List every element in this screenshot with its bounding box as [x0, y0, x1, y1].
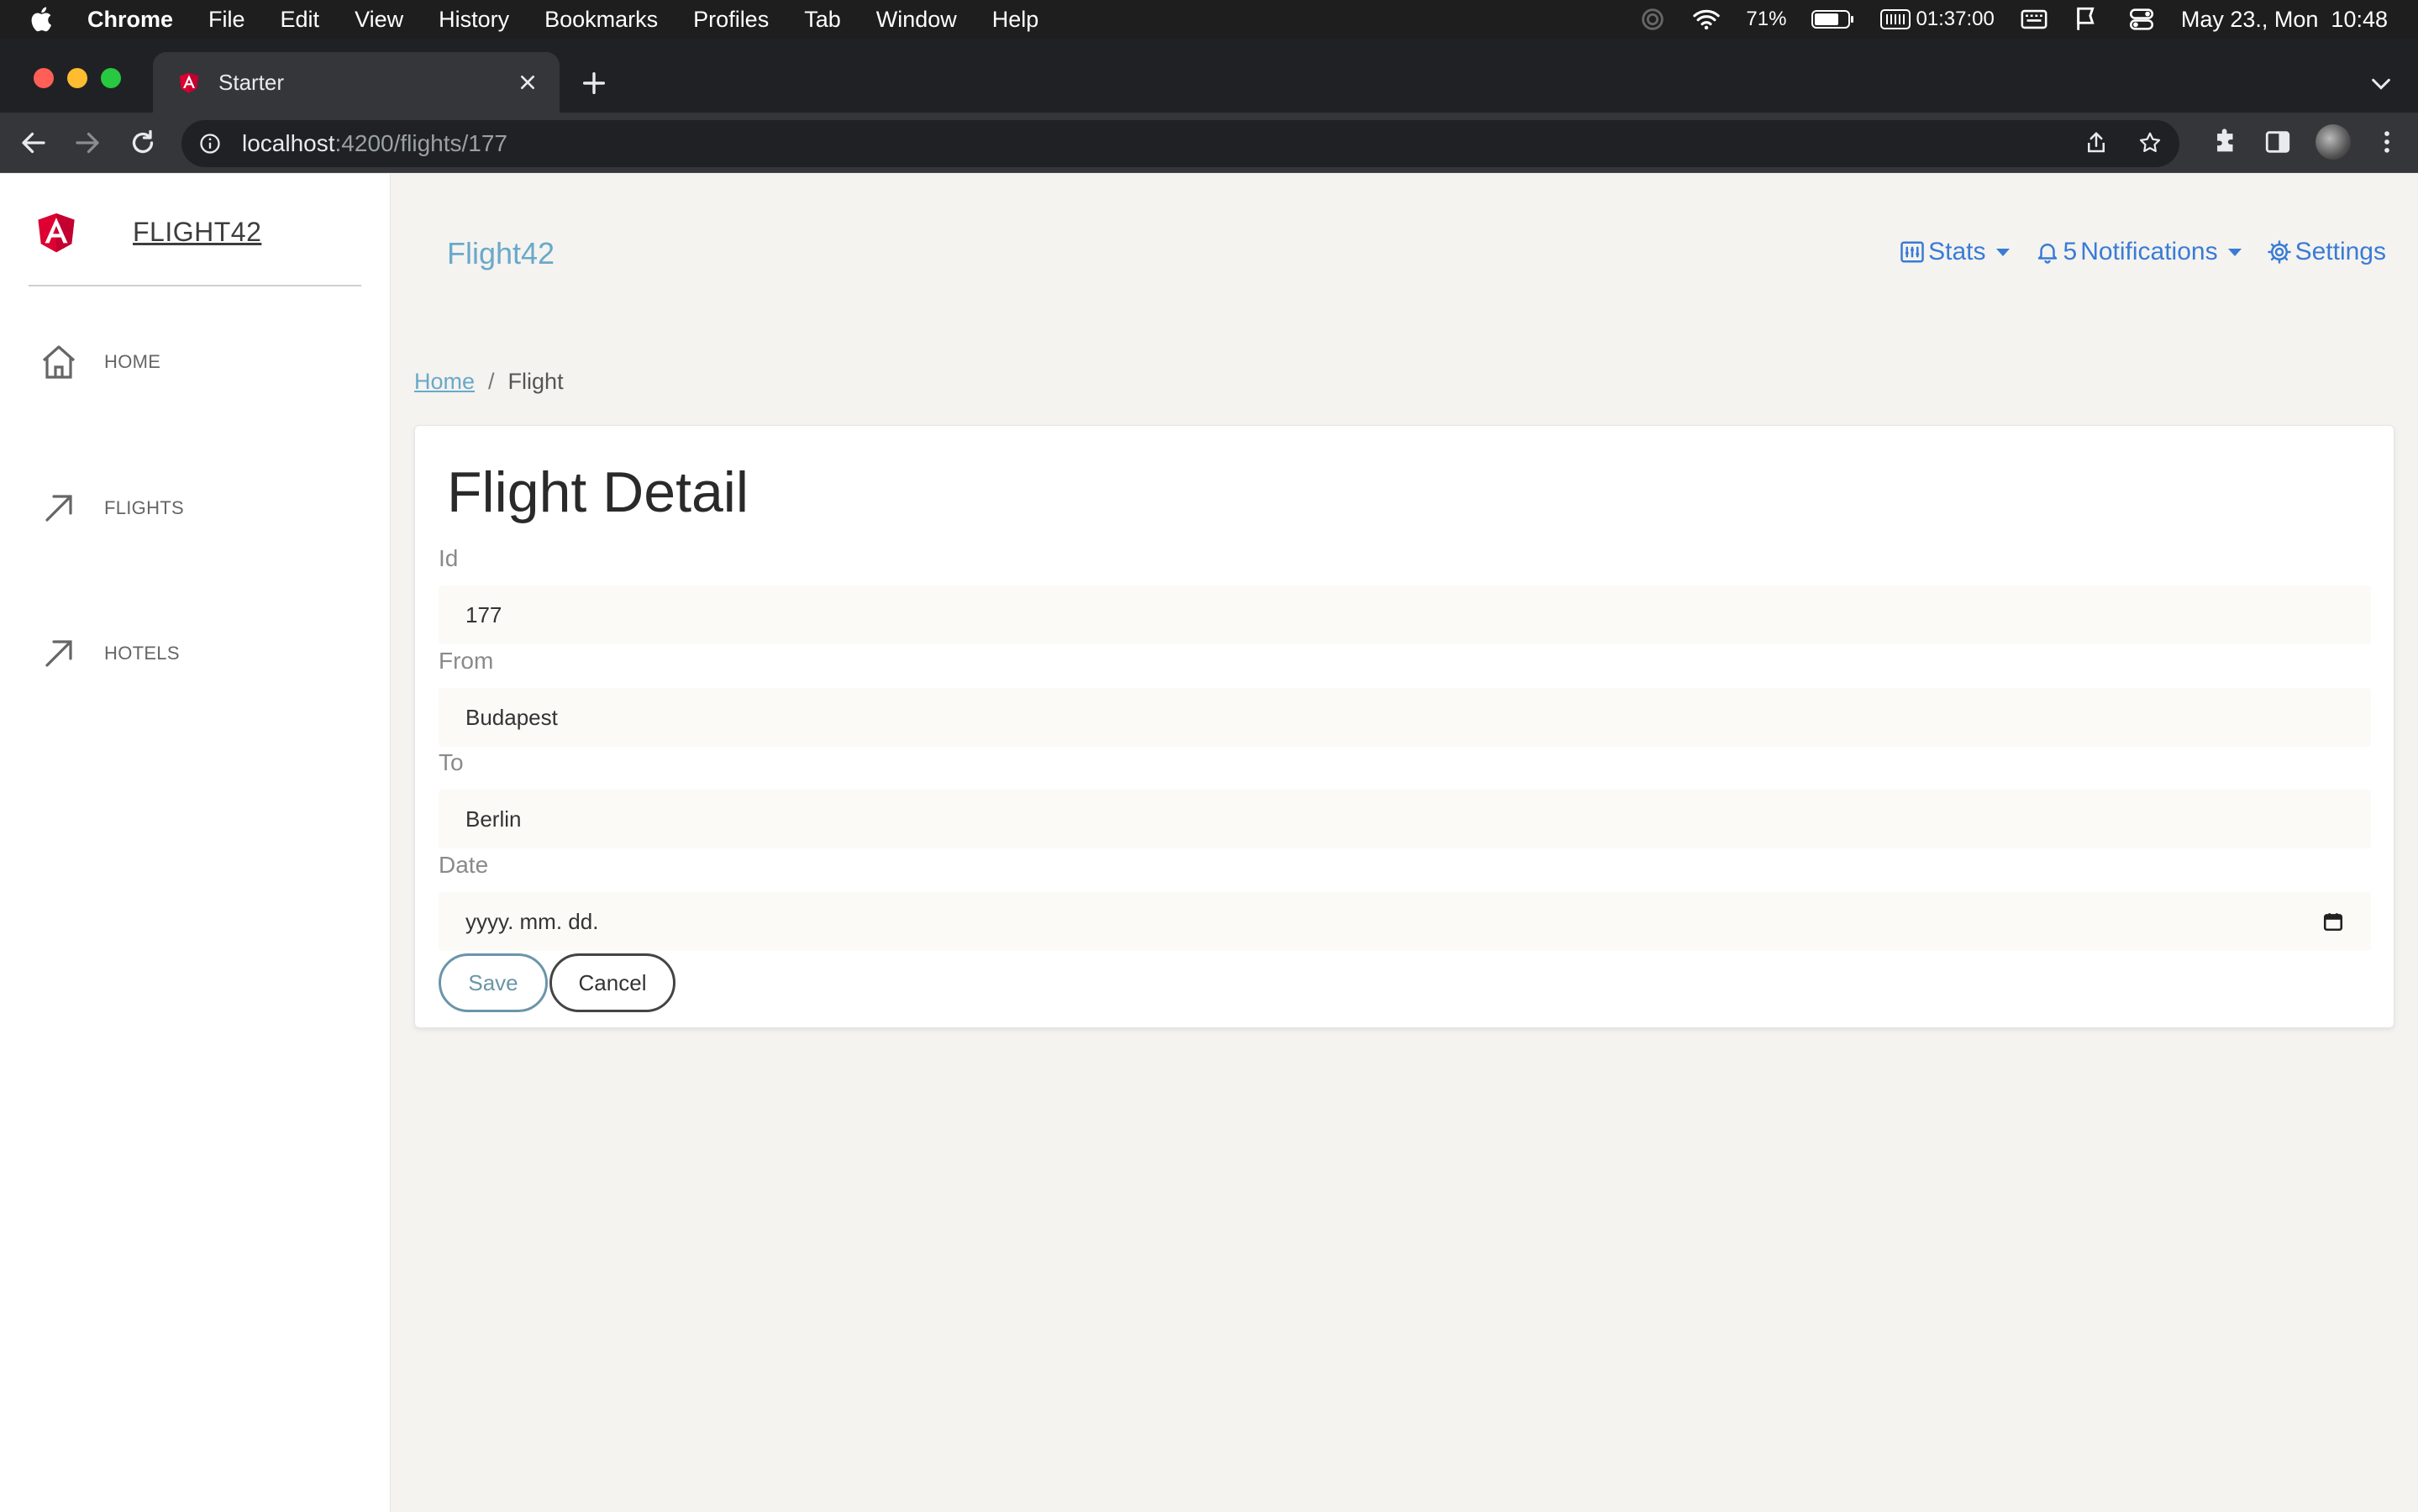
sidebar-item-label: FLIGHTS	[104, 497, 184, 518]
to-value: Berlin	[465, 806, 522, 832]
bell-icon	[2037, 244, 2057, 264]
menu-app-name[interactable]: Chrome	[87, 7, 173, 33]
focus-icon[interactable]	[1638, 5, 1667, 34]
sidebar-item-home[interactable]: HOME	[39, 342, 160, 382]
sidebar-item-label: HOTELS	[104, 643, 180, 664]
save-button[interactable]: Save	[439, 953, 548, 1012]
stats-label: Stats	[1928, 238, 1986, 265]
menu-bookmarks[interactable]: Bookmarks	[544, 7, 658, 33]
id-value: 177	[465, 601, 502, 627]
menu-view[interactable]: View	[355, 7, 403, 33]
date-label: Date	[439, 852, 489, 878]
tab-title: Starter	[218, 69, 285, 95]
app-title[interactable]: Flight42	[447, 236, 555, 271]
keyboard-icon[interactable]	[2020, 5, 2048, 34]
chrome-tab-strip: Starter	[0, 39, 2418, 113]
from-label: From	[439, 648, 494, 674]
brand-link[interactable]: FLIGHT42	[133, 217, 261, 248]
cancel-button[interactable]: Cancel	[549, 953, 675, 1012]
to-field[interactable]: Berlin	[439, 790, 2371, 848]
pin-icon[interactable]	[2074, 5, 2102, 34]
arrow-up-right-icon	[45, 640, 72, 667]
calendar-icon[interactable]	[2322, 911, 2344, 932]
breadcrumb-current: Flight	[507, 369, 564, 394]
settings-link[interactable]: Settings	[2267, 238, 2386, 266]
caret-down-icon	[2227, 248, 2242, 256]
profile-avatar[interactable]	[2315, 124, 2351, 160]
from-field[interactable]: Budapest	[439, 688, 2371, 747]
sidebar-item-hotels[interactable]: HOTELS	[39, 633, 180, 674]
timer-widget[interactable]: 01:37:00	[1880, 8, 1995, 31]
new-tab-plus-icon[interactable]	[580, 69, 608, 97]
address-bar[interactable]: localhost:4200/flights/177	[181, 120, 2179, 167]
site-info-icon[interactable]	[198, 132, 222, 155]
wifi-icon[interactable]	[1692, 5, 1721, 34]
chrome-menu-dots-icon[interactable]	[2374, 128, 2400, 156]
bookmark-star-icon[interactable]	[2137, 130, 2163, 155]
stats-dropdown[interactable]: Stats	[1900, 238, 2010, 266]
id-field[interactable]: 177	[439, 585, 2371, 644]
notifications-count: 5	[2063, 238, 2078, 265]
date-field[interactable]: yyyy. mm. dd.	[439, 892, 2371, 951]
menu-help[interactable]: Help	[992, 7, 1039, 33]
angular-logo-icon	[38, 213, 75, 253]
extensions-puzzle-icon[interactable]	[2211, 128, 2240, 156]
timer-text: 01:37:00	[1916, 8, 1995, 30]
control-center-icon[interactable]	[2127, 5, 2156, 34]
flight-detail-card: Flight Detail Id 177 From Budapest To Be…	[414, 425, 2394, 1028]
menu-tab[interactable]: Tab	[804, 7, 841, 33]
sidebar-divider	[29, 285, 361, 286]
share-icon[interactable]	[2084, 130, 2109, 155]
menu-window[interactable]: Window	[876, 7, 957, 33]
apple-icon[interactable]	[29, 5, 57, 34]
page-title: Flight Detail	[447, 460, 749, 524]
tab-close-icon[interactable]	[514, 69, 541, 96]
window-zoom-button[interactable]	[101, 68, 121, 88]
battery-icon[interactable]	[1811, 8, 1855, 30]
window-minimize-button[interactable]	[67, 68, 87, 88]
top-nav: Stats 5 Notifications Settings	[1900, 238, 2386, 266]
sidebar: FLIGHT42 HOME FLIGHTS HOTELS	[0, 174, 391, 1512]
menu-edit[interactable]: Edit	[281, 7, 320, 33]
to-label: To	[439, 749, 464, 775]
notifications-dropdown[interactable]: 5 Notifications	[2035, 238, 2242, 266]
gear-icon	[2267, 240, 2291, 264]
sidebar-item-flights[interactable]: FLIGHTS	[39, 488, 184, 528]
timer-icon	[1880, 9, 1911, 29]
sliders-icon	[1900, 241, 1924, 263]
breadcrumb: Home / Flight	[414, 369, 564, 395]
arrow-up-right-icon	[45, 495, 72, 522]
window-close-button[interactable]	[34, 68, 54, 88]
url-host: localhost	[242, 130, 335, 156]
home-icon	[42, 345, 76, 379]
sidebar-brand: FLIGHT42	[32, 206, 261, 258]
reload-icon[interactable]	[128, 128, 158, 158]
caret-down-icon	[1995, 248, 2010, 256]
back-arrow-icon[interactable]	[18, 128, 49, 158]
menu-file[interactable]: File	[208, 7, 245, 33]
settings-label: Settings	[2294, 238, 2386, 265]
menu-history[interactable]: History	[439, 7, 509, 33]
url-path: :4200/flights/177	[334, 130, 508, 156]
tab-search-chevron-icon[interactable]	[2369, 74, 2393, 94]
chrome-toolbar: localhost:4200/flights/177	[0, 113, 2418, 173]
angular-favicon-icon	[179, 72, 199, 93]
notifications-label: Notifications	[2080, 238, 2218, 265]
web-page: FLIGHT42 HOME FLIGHTS HOTELS Flight42 St…	[0, 174, 2418, 1512]
browser-tab-active[interactable]: Starter	[153, 52, 560, 113]
menu-profiles[interactable]: Profiles	[693, 7, 769, 33]
menubar-datetime[interactable]: May 23., Mon 10:48	[2181, 7, 2388, 33]
breadcrumb-home-link[interactable]: Home	[414, 369, 475, 395]
forward-arrow-icon[interactable]	[72, 128, 103, 158]
id-label: Id	[439, 545, 459, 571]
from-value: Budapest	[465, 704, 558, 730]
macos-menubar: Chrome File Edit View History Bookmarks …	[0, 0, 2418, 39]
side-panel-icon[interactable]	[2263, 128, 2292, 156]
date-placeholder: yyyy. mm. dd.	[465, 908, 599, 934]
battery-percent: 71%	[1746, 8, 1787, 30]
breadcrumb-separator: /	[488, 369, 495, 394]
sidebar-item-label: HOME	[104, 351, 161, 372]
